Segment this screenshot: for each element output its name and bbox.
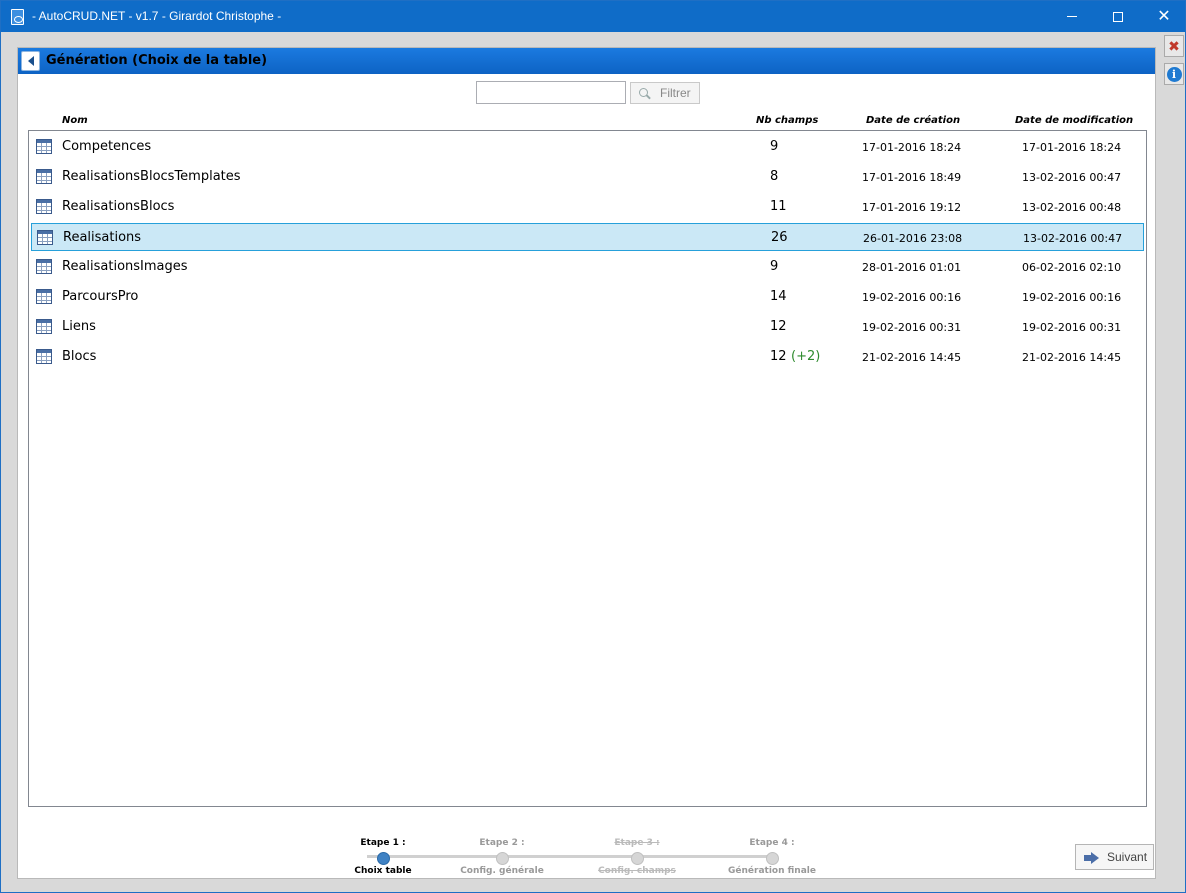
column-header-created[interactable]: Date de création <box>866 115 960 126</box>
close-button[interactable]: ✕ <box>1141 1 1186 32</box>
maximize-button[interactable] <box>1095 1 1141 32</box>
table-row[interactable]: Competences 9 17-01-2016 18:24 17-01-201… <box>31 133 1144 161</box>
next-button-label: Suivant <box>1107 850 1148 864</box>
row-modified: 13-02-2016 00:47 <box>1022 171 1122 184</box>
step-1-title: Etape 1 : <box>360 838 406 848</box>
row-modified: 17-01-2016 18:24 <box>1022 141 1122 154</box>
step-1-label: Choix table <box>354 866 412 876</box>
panel-header: Génération (Choix de la table) <box>18 48 1155 74</box>
info-icon: i <box>1166 66 1182 82</box>
title-bar[interactable]: - AutoCRUD.NET - v1.7 - Girardot Christo… <box>1 1 1185 32</box>
database-table-icon <box>36 199 52 214</box>
table-row[interactable]: ParcoursPro 14 19-02-2016 00:16 19-02-20… <box>31 283 1144 311</box>
row-name: RealisationsBlocs <box>62 199 175 214</box>
step-2: Etape 2 : Config. générale <box>442 838 562 876</box>
row-modified: 13-02-2016 00:47 <box>1023 232 1123 245</box>
app-window: - AutoCRUD.NET - v1.7 - Girardot Christo… <box>0 0 1186 893</box>
step-3: Etape 3 : Config. champs <box>577 838 697 876</box>
step-4-title: Etape 4 : <box>749 838 795 848</box>
tools-icon: ✖ <box>1168 38 1180 54</box>
database-table-icon <box>36 319 52 334</box>
row-field-count: 12 <box>770 319 787 334</box>
step-3-dot <box>630 852 644 865</box>
row-created: 17-01-2016 18:49 <box>862 171 962 184</box>
row-created: 28-01-2016 01:01 <box>862 261 962 274</box>
step-2-dot <box>495 852 509 865</box>
row-name: Realisations <box>63 230 142 245</box>
row-field-count: 14 <box>770 289 787 304</box>
step-2-title: Etape 2 : <box>479 838 525 848</box>
row-name: Blocs <box>62 349 97 364</box>
row-modified: 06-02-2016 02:10 <box>1022 261 1122 274</box>
arrow-right-icon <box>1084 851 1099 864</box>
row-modified: 13-02-2016 00:48 <box>1022 201 1122 214</box>
row-name: Competences <box>62 139 152 154</box>
row-created: 17-01-2016 19:12 <box>862 201 962 214</box>
minimize-button[interactable] <box>1049 1 1095 32</box>
row-created: 19-02-2016 00:31 <box>862 321 962 334</box>
step-1: Etape 1 : Choix table <box>323 838 443 876</box>
row-field-count: 26 <box>771 230 788 245</box>
row-field-count: 8 <box>770 169 779 184</box>
tools-button[interactable]: ✖ <box>1164 35 1184 57</box>
column-header-modified[interactable]: Date de modification <box>1015 115 1133 126</box>
step-3-title: Etape 3 : <box>614 838 660 848</box>
tables-list: Competences 9 17-01-2016 18:24 17-01-201… <box>28 130 1147 807</box>
table-row[interactable]: RealisationsImages 9 28-01-2016 01:01 06… <box>31 253 1144 281</box>
step-1-dot <box>376 852 390 865</box>
back-button[interactable] <box>21 51 40 71</box>
row-created: 21-02-2016 14:45 <box>862 351 962 364</box>
row-field-count: 12 <box>770 349 787 364</box>
generation-panel: Génération (Choix de la table) Filtrer N… <box>17 47 1156 879</box>
row-field-count: 9 <box>770 139 779 154</box>
step-4-dot <box>765 852 779 865</box>
column-header-field-count[interactable]: Nb champs <box>756 115 818 126</box>
row-field-count: 11 <box>770 199 787 214</box>
step-2-label: Config. générale <box>460 866 544 876</box>
row-created: 19-02-2016 00:16 <box>862 291 962 304</box>
database-table-icon <box>36 169 52 184</box>
table-row[interactable]: RealisationsBlocsTemplates 8 17-01-2016 … <box>31 163 1144 191</box>
row-created: 26-01-2016 23:08 <box>863 232 963 245</box>
table-row[interactable]: Liens 12 19-02-2016 00:31 19-02-2016 00:… <box>31 313 1144 341</box>
search-icon <box>639 87 650 99</box>
maximize-icon <box>1113 11 1123 22</box>
row-modified: 19-02-2016 00:31 <box>1022 321 1122 334</box>
database-table-icon <box>36 139 52 154</box>
database-table-icon <box>37 230 53 245</box>
filter-button-label: Filtrer <box>660 86 691 100</box>
row-extra-fields: (+2) <box>791 349 821 364</box>
row-modified: 21-02-2016 14:45 <box>1022 351 1122 364</box>
window-title: - AutoCRUD.NET - v1.7 - Girardot Christo… <box>32 9 282 23</box>
step-4-label: Génération finale <box>728 866 816 876</box>
panel-title: Génération (Choix de la table) <box>46 53 268 68</box>
back-arrow-icon <box>27 56 34 66</box>
database-table-icon <box>36 349 52 364</box>
app-file-icon <box>11 9 24 25</box>
row-name: ParcoursPro <box>62 289 139 304</box>
database-table-icon <box>36 289 52 304</box>
filter-button[interactable]: Filtrer <box>630 82 700 104</box>
table-row-selected[interactable]: Realisations 26 26-01-2016 23:08 13-02-2… <box>31 223 1144 251</box>
close-icon: ✕ <box>1157 7 1171 25</box>
step-3-label: Config. champs <box>598 866 676 876</box>
table-row[interactable]: Blocs 12 (+2) 21-02-2016 14:45 21-02-201… <box>31 343 1144 371</box>
client-area: ✖ i Génération (Choix de la table) Filtr… <box>1 32 1185 892</box>
info-button[interactable]: i <box>1164 63 1184 85</box>
column-header-name[interactable]: Nom <box>62 115 88 126</box>
next-button[interactable]: Suivant <box>1075 844 1154 870</box>
row-name: RealisationsImages <box>62 259 188 274</box>
row-field-count: 9 <box>770 259 779 274</box>
step-4: Etape 4 : Génération finale <box>712 838 832 876</box>
filter-input[interactable] <box>476 81 626 104</box>
row-name: Liens <box>62 319 96 334</box>
database-table-icon <box>36 259 52 274</box>
row-modified: 19-02-2016 00:16 <box>1022 291 1122 304</box>
minimize-icon <box>1067 16 1077 17</box>
row-name: RealisationsBlocsTemplates <box>62 169 241 184</box>
row-created: 17-01-2016 18:24 <box>862 141 962 154</box>
table-row[interactable]: RealisationsBlocs 11 17-01-2016 19:12 13… <box>31 193 1144 221</box>
